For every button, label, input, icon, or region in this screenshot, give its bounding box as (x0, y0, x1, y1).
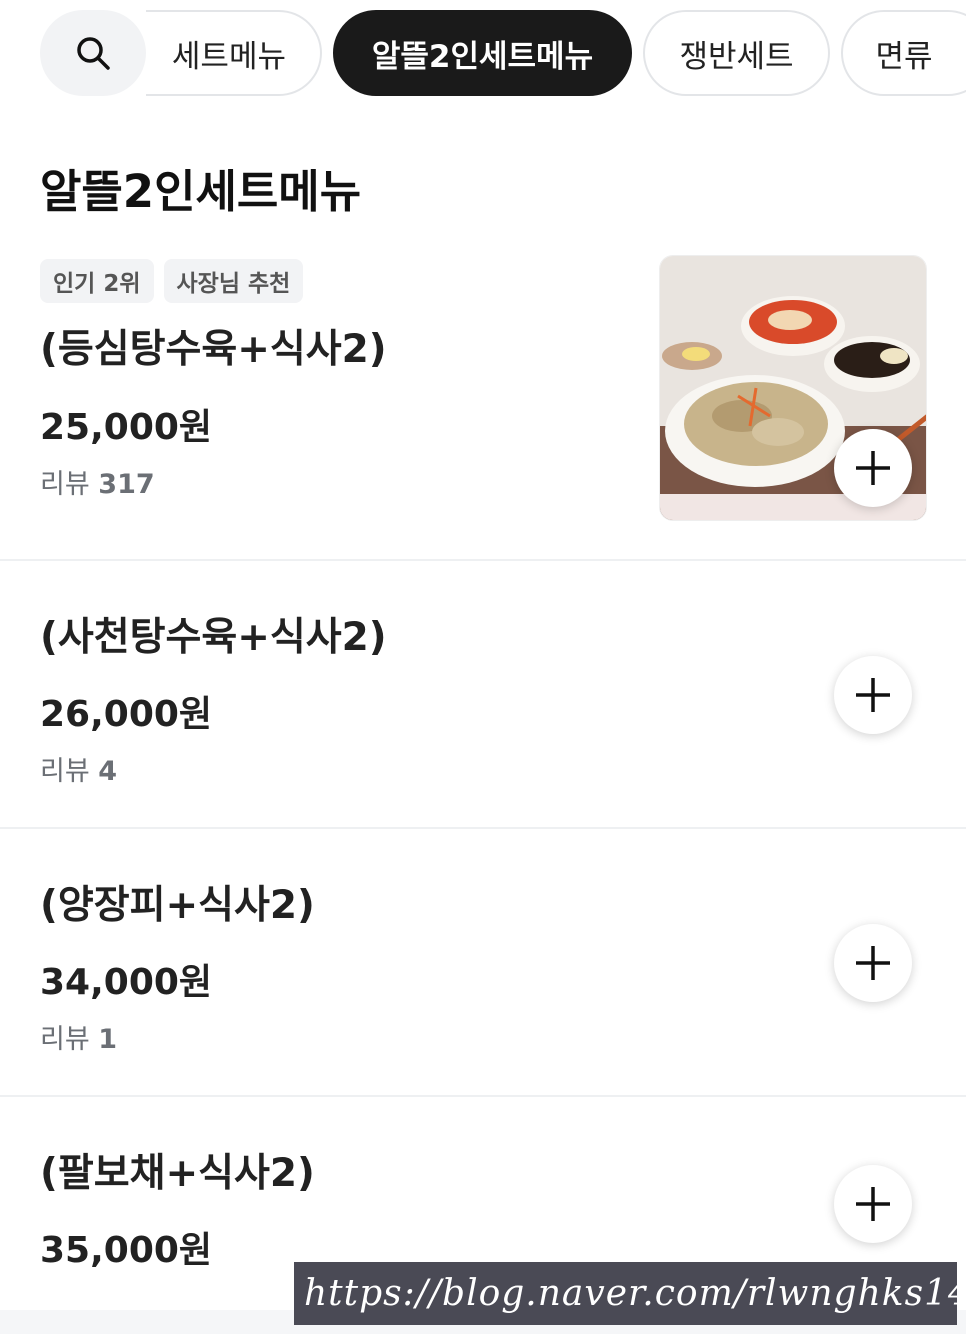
menu-item-name: (등심탕수육+식사2) (40, 327, 387, 372)
menu-item-name: (양장피+식사2) (40, 883, 315, 928)
menu-item-review: 리뷰 4 (40, 749, 117, 788)
menu-item-name: (사천탕수육+식사2) (40, 615, 387, 660)
menu-item[interactable]: 인기 2위 사장님 추천 (등심탕수육+식사2) 25,000원 리뷰 317 (0, 0, 966, 560)
add-to-cart-button[interactable] (834, 1165, 912, 1243)
menu-item[interactable]: (사천탕수육+식사2) 26,000원 리뷰 4 (0, 561, 966, 827)
add-to-cart-button[interactable] (834, 429, 912, 507)
menu-item-price: 35,000원 (40, 1230, 213, 1271)
plus-icon (856, 946, 890, 980)
review-count: 4 (98, 756, 118, 787)
plus-icon (856, 1187, 890, 1221)
menu-item[interactable]: (양장피+식사2) 34,000원 리뷰 1 (0, 829, 966, 1095)
menu-item-review: 리뷰 317 (40, 462, 155, 501)
menu-item-review: 리뷰 1 (40, 1017, 117, 1056)
menu-page: 세트메뉴 알뜰2인세트메뉴 쟁반세트 면류 알뜰2인세트메뉴 인기 2위 사장님… (0, 0, 966, 1334)
menu-item-price: 34,000원 (40, 962, 213, 1003)
watermark: https://blog.naver.com/rlwnghks1477 (294, 1262, 957, 1325)
add-to-cart-button[interactable] (834, 656, 912, 734)
owner-recommend-badge: 사장님 추천 (163, 259, 304, 303)
menu-item-price: 25,000원 (40, 407, 213, 448)
review-label: 리뷰 (40, 1024, 90, 1055)
review-count: 1 (98, 1024, 118, 1055)
badge-group: 인기 2위 사장님 추천 (40, 259, 304, 303)
popular-rank-badge: 인기 2위 (40, 259, 154, 303)
add-to-cart-button[interactable] (834, 924, 912, 1002)
review-label: 리뷰 (40, 756, 90, 787)
plus-icon (856, 451, 890, 485)
review-count: 317 (98, 469, 155, 500)
review-label: 리뷰 (40, 469, 90, 500)
menu-item-name: (팔보채+식사2) (40, 1151, 315, 1196)
plus-icon (856, 678, 890, 712)
menu-item-price: 26,000원 (40, 694, 213, 735)
